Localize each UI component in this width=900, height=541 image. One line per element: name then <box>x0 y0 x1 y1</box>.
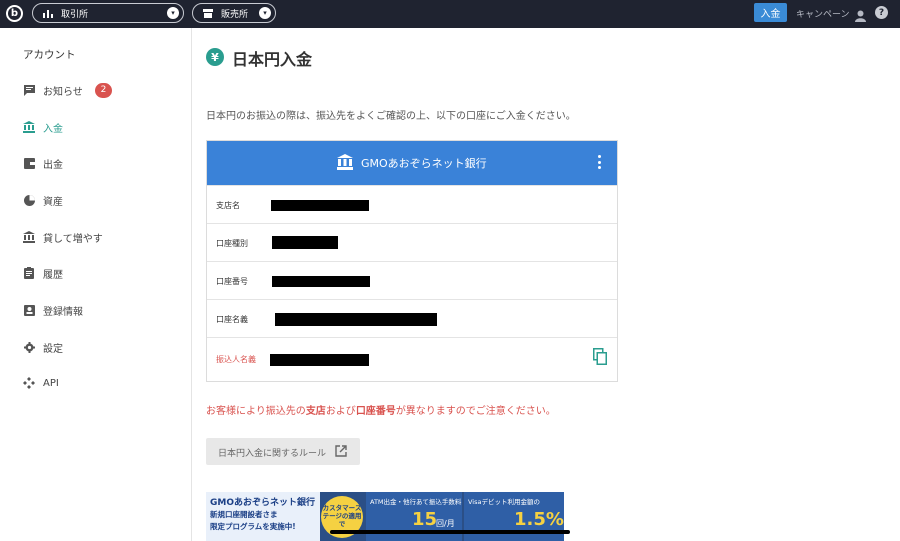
api-icon <box>23 377 35 389</box>
bar-chart-icon <box>43 8 53 18</box>
bank-name: GMOあおぞらネット銀行 <box>361 157 487 170</box>
banner-line-1: 新規口座開設者さま <box>210 510 278 519</box>
id-card-icon <box>23 304 35 316</box>
redaction-line <box>330 530 570 534</box>
banner-left-panel: GMOあおぞらネット銀行 新規口座開設者さま 限定プログラムを実施中! <box>206 492 320 541</box>
sidebar-item-assets[interactable]: 資産 <box>0 190 191 210</box>
help-glyph: ? <box>878 7 885 18</box>
deposit-button[interactable]: 入金 <box>754 3 787 22</box>
sidebar-item-settings[interactable]: 設定 <box>0 337 191 357</box>
exchange-pill[interactable]: 取引所 ▾ <box>32 3 184 23</box>
gear-icon <box>23 341 35 353</box>
sidebar-item-label: 登録情報 <box>43 306 83 318</box>
warning-part: および <box>325 406 356 417</box>
store-pill-label: 販売所 <box>221 9 249 20</box>
bank-icon <box>337 154 353 171</box>
sidebar-item-api[interactable]: API <box>0 373 191 393</box>
user-icon[interactable] <box>855 7 866 22</box>
yen-icon: ¥ <box>206 48 224 66</box>
warning-text: お客様により振込先の支店および口座番号が異なりますのでご注意ください。 <box>206 402 556 417</box>
sidebar-item-label: 出金 <box>43 159 63 171</box>
account-row-type: 口座種別 <box>207 223 617 261</box>
yen-glyph: ¥ <box>211 50 219 64</box>
clipboard-icon <box>23 267 35 279</box>
redacted-value <box>275 313 437 326</box>
logo-icon[interactable]: b <box>6 5 23 22</box>
row-label: 口座名義 <box>216 315 248 324</box>
sidebar-item-label: 履歴 <box>43 269 63 281</box>
sidebar-item-notices[interactable]: お知らせ 2 <box>0 80 191 100</box>
row-label: 口座番号 <box>216 277 248 286</box>
bank-account-card: GMOあおぞらネット銀行 支店名 口座種別 口座番号 口座名義 振込人名義 <box>206 140 618 382</box>
banner-visa-title: Visaデビット利用金額の <box>468 498 540 506</box>
warning-emphasis: 口座番号 <box>355 406 396 417</box>
account-row-branch: 支店名 <box>207 185 617 223</box>
banner-atm-unit: 回/月 <box>436 519 455 528</box>
warning-emphasis: 支店 <box>305 406 326 417</box>
sidebar-item-label: 入金 <box>43 123 63 135</box>
bank-icon <box>23 231 35 243</box>
banner-atm-title: ATM出金・他行あて振込手数料 <box>370 498 462 506</box>
sidebar-item-lending[interactable]: 貸して増やす <box>0 227 191 247</box>
redacted-value <box>270 354 369 366</box>
logo-letter: b <box>10 7 19 19</box>
redacted-value <box>271 200 369 211</box>
pie-chart-icon <box>23 194 35 206</box>
redacted-value <box>272 236 338 249</box>
help-icon[interactable]: ? <box>875 6 888 19</box>
row-label: 振込人名義 <box>216 355 256 364</box>
copy-icon[interactable] <box>593 348 607 365</box>
bank-icon <box>23 121 35 133</box>
row-label: 口座種別 <box>216 239 248 248</box>
store-icon <box>203 8 213 18</box>
page-title: 日本円入金 <box>232 50 313 69</box>
account-row-holder: 口座名義 <box>207 299 617 337</box>
sidebar-item-deposit[interactable]: 入金 <box>0 117 191 137</box>
campaign-link[interactable]: キャンペーン <box>796 7 850 20</box>
account-row-number: 口座番号 <box>207 261 617 299</box>
banner-brand: GMOあおぞらネット銀行 <box>210 498 315 508</box>
banner-visa-value: 1.5% <box>514 509 564 530</box>
account-row-payer-name: 振込人名義 <box>207 337 617 381</box>
bank-card-header: GMOあおぞらネット銀行 <box>207 141 617 185</box>
external-link-icon <box>335 445 347 457</box>
sidebar-item-label: お知らせ <box>43 86 83 98</box>
deposit-rules-button[interactable]: 日本円入金に関するルール <box>206 438 360 465</box>
notification-badge: 2 <box>95 82 112 98</box>
sidebar-item-history[interactable]: 履歴 <box>0 263 191 283</box>
warning-part: が異なりますのでご注意ください。 <box>395 406 556 417</box>
banner-line-2: 限定プログラムを実施中! <box>210 522 296 531</box>
sidebar-item-label: 貸して増やす <box>43 233 103 245</box>
top-bar: b 取引所 ▾ 販売所 ▾ 入金 キャンペーン ? <box>0 0 900 28</box>
banner-atm-value: 15 <box>412 509 438 530</box>
warning-part: お客様により振込先の <box>206 406 306 417</box>
store-pill[interactable]: 販売所 ▾ <box>192 3 276 23</box>
row-label: 支店名 <box>216 201 240 210</box>
chevron-down-icon: ▾ <box>259 7 271 19</box>
sidebar-item-withdraw[interactable]: 出金 <box>0 153 191 173</box>
deposit-rules-label: 日本円入金に関するルール <box>218 449 327 459</box>
chevron-down-icon: ▾ <box>167 7 179 19</box>
sidebar-heading: アカウント <box>23 49 76 61</box>
kebab-menu-icon[interactable] <box>598 155 602 169</box>
sidebar-item-profile[interactable]: 登録情報 <box>0 300 191 320</box>
exchange-pill-label: 取引所 <box>61 9 89 20</box>
intro-text: 日本円のお振込の際は、振込先をよくご確認の上、以下の口座にご入金ください。 <box>206 111 576 122</box>
sidebar-item-label: 資産 <box>43 196 63 208</box>
redacted-value <box>272 276 370 287</box>
wallet-icon <box>23 157 35 169</box>
message-icon <box>23 84 35 96</box>
sidebar-item-label: 設定 <box>43 343 63 355</box>
sidebar: アカウント お知らせ 2 入金 出金 資産 貸して増やす 履歴 登録情報 設定 … <box>0 28 192 541</box>
sidebar-item-label: API <box>43 377 59 389</box>
